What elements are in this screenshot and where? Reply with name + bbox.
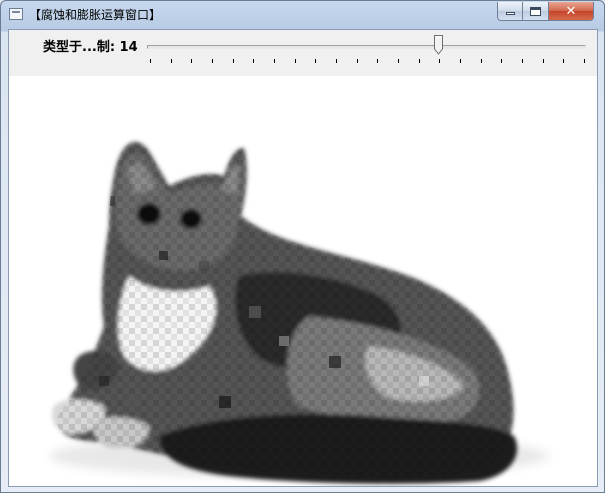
trackbar-tick — [439, 59, 441, 63]
window-app-icon[interactable] — [9, 8, 23, 20]
trackbar-tick — [170, 59, 172, 63]
trackbar-tick — [150, 59, 151, 63]
close-icon: ✕ — [565, 3, 577, 19]
trackbar-tick — [563, 59, 565, 63]
trackbar-tick — [274, 59, 275, 63]
trackbar-thumb[interactable] — [434, 35, 444, 55]
minimize-icon — [505, 12, 515, 15]
trackbar-track[interactable] — [147, 45, 586, 49]
trackbar-tick — [542, 59, 544, 63]
maximize-icon — [530, 6, 541, 16]
trackbar-tick — [480, 59, 482, 63]
client-area: 类型于...制: 14 — [8, 29, 598, 487]
trackbar-panel: 类型于...制: 14 — [9, 30, 597, 75]
minimize-button[interactable] — [497, 2, 523, 21]
trackbar-tick — [501, 59, 503, 63]
trackbar-tick — [377, 59, 379, 63]
trackbar-tick — [294, 59, 296, 63]
trackbar-label: 类型于...制: 14 — [43, 40, 138, 55]
app-window: 【腐蚀和膨胀运算窗口】 ✕ 类型于...制: 14 — [0, 0, 605, 493]
trackbar-tick — [356, 59, 358, 63]
trackbar-ticks — [9, 59, 597, 65]
trackbar-tick — [315, 59, 317, 63]
trackbar-tick — [253, 59, 255, 63]
trackbar-tick — [398, 59, 399, 63]
trackbar-tick — [191, 59, 193, 63]
title-bar[interactable]: 【腐蚀和膨胀运算窗口】 ✕ — [1, 1, 604, 28]
maximize-button[interactable] — [523, 2, 549, 21]
cat-photo — [9, 76, 597, 486]
trackbar-tick — [522, 59, 523, 63]
trackbar-tick — [336, 59, 337, 63]
image-display — [9, 76, 597, 486]
trackbar-tick — [418, 59, 420, 63]
window-title: 【腐蚀和膨胀运算窗口】 — [29, 8, 162, 22]
trackbar-tick — [584, 59, 585, 63]
trackbar-tick — [212, 59, 213, 63]
trackbar-tick — [460, 59, 461, 63]
trackbar-tick — [232, 59, 234, 63]
close-button[interactable]: ✕ — [549, 2, 594, 21]
